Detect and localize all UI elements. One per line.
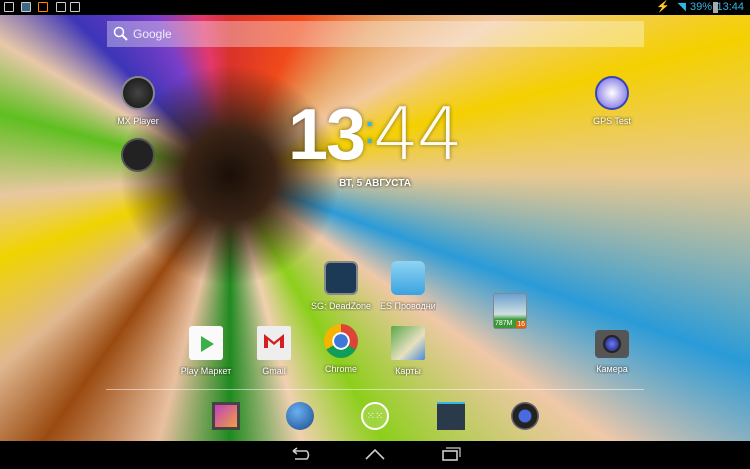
music-icon[interactable] bbox=[511, 402, 539, 430]
maps-icon bbox=[391, 326, 425, 360]
gmail-icon bbox=[257, 326, 291, 360]
app-label: Карты bbox=[395, 366, 421, 376]
search-icon bbox=[113, 26, 128, 41]
screenshot-icon bbox=[4, 2, 14, 12]
mx-icon bbox=[38, 2, 48, 12]
download-done-icon bbox=[56, 2, 66, 12]
google-search-bar[interactable]: Google bbox=[107, 21, 644, 47]
back-button[interactable] bbox=[287, 447, 311, 461]
clock-date: ВТ, 5 АВГУСТА bbox=[339, 178, 411, 189]
browser-icon[interactable] bbox=[286, 402, 314, 430]
app-gps-test[interactable]: GPS Test bbox=[572, 76, 652, 126]
camera-icon bbox=[595, 330, 629, 358]
home-button[interactable] bbox=[363, 447, 387, 461]
clock-hours: 13 bbox=[288, 95, 366, 175]
gallery-icon[interactable] bbox=[212, 402, 240, 430]
app-label: MX Player bbox=[117, 116, 159, 126]
app-icon bbox=[121, 138, 155, 172]
status-bar: ⚡ ◥ 39% 13:44 bbox=[0, 0, 750, 15]
clock-widget[interactable]: 13:44 bbox=[288, 92, 463, 176]
process-count: 16 bbox=[516, 321, 526, 328]
all-apps-button[interactable]: ⁙⁙ bbox=[361, 402, 389, 430]
play-store-update-icon bbox=[70, 2, 80, 12]
app-maps[interactable]: Карты bbox=[368, 326, 448, 376]
deadzone-icon bbox=[21, 2, 31, 12]
gps-test-icon bbox=[595, 76, 629, 110]
status-time: 13:44 bbox=[716, 1, 744, 13]
app-camera[interactable]: Камера bbox=[572, 326, 652, 374]
app-mx-player[interactable]: MX Player bbox=[98, 76, 178, 126]
app-es-explorer[interactable]: ES Проводник bbox=[368, 261, 448, 311]
recents-button[interactable] bbox=[439, 447, 463, 461]
chrome-icon bbox=[324, 324, 358, 358]
app-label: GPS Test bbox=[593, 116, 631, 126]
play-store-icon bbox=[189, 326, 223, 360]
wifi-icon: ◥ bbox=[677, 1, 686, 13]
clock-minutes: 44 bbox=[373, 92, 463, 176]
mx-player-icon bbox=[121, 76, 155, 110]
app-label: Камера bbox=[596, 364, 628, 374]
dock-divider bbox=[106, 389, 644, 390]
app-label: ES Проводник bbox=[380, 301, 436, 311]
memory-widget[interactable]: 787M 16 bbox=[493, 293, 527, 329]
memory-value: 787M bbox=[495, 320, 513, 327]
signal-icon: ⚡ bbox=[656, 1, 670, 13]
grid-icon: ⁙⁙ bbox=[366, 410, 384, 422]
sg-deadzone-icon bbox=[324, 261, 358, 295]
battery-percent: 39% bbox=[689, 1, 712, 13]
app-unnamed[interactable] bbox=[98, 138, 178, 172]
search-placeholder: Google bbox=[133, 27, 172, 41]
settings-icon[interactable] bbox=[437, 402, 465, 430]
es-explorer-icon bbox=[391, 261, 425, 295]
navigation-bar bbox=[0, 441, 750, 469]
